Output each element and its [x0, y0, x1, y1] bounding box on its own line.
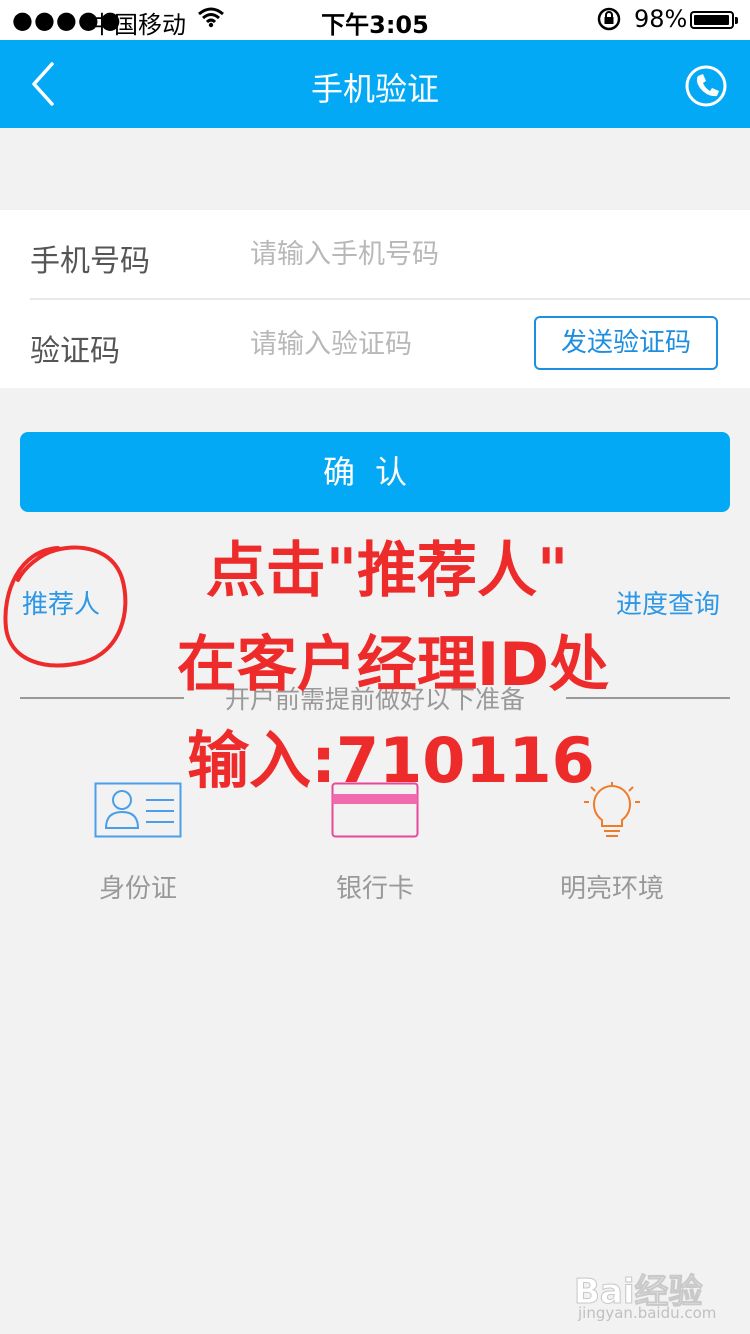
battery-icon [690, 11, 738, 29]
annotation-line-1: 点击"推荐人" [205, 536, 569, 606]
battery-fill [694, 15, 730, 25]
battery-percent: 98% [634, 5, 688, 33]
rotation-lock-icon [596, 6, 622, 38]
status-bar: ●●●●● 中国移动 下午3:05 98% [0, 0, 750, 40]
page-title: 手机验证 [310, 70, 439, 108]
watermark: Bai经验 jingyan.baidu.com [574, 1264, 724, 1324]
send-code-button[interactable]: 发送验证码 [534, 316, 718, 370]
annotation-line-3: 输入:710116 [187, 724, 595, 797]
code-row: 验证码 发送验证码 [0, 300, 750, 388]
phone-label: 手机号码 [30, 244, 150, 279]
code-input[interactable] [250, 322, 520, 366]
phone-icon[interactable] [684, 64, 728, 108]
bank-card-label: 银行卡 [335, 874, 414, 904]
verification-form: 手机号码 验证码 发送验证码 [0, 210, 750, 388]
id-card-label: 身份证 [98, 874, 177, 904]
phone-input[interactable] [250, 232, 710, 276]
annotation-line-2: 在客户经理ID处 [176, 630, 610, 700]
bright-environment-label: 明亮环境 [559, 874, 664, 904]
watermark-url: jingyan.baidu.com [578, 1304, 717, 1322]
confirm-button[interactable]: 确认 [20, 432, 730, 512]
navigation-bar: 手机验证 [0, 40, 750, 128]
code-label: 验证码 [30, 334, 120, 369]
phone-row: 手机号码 [0, 210, 750, 300]
